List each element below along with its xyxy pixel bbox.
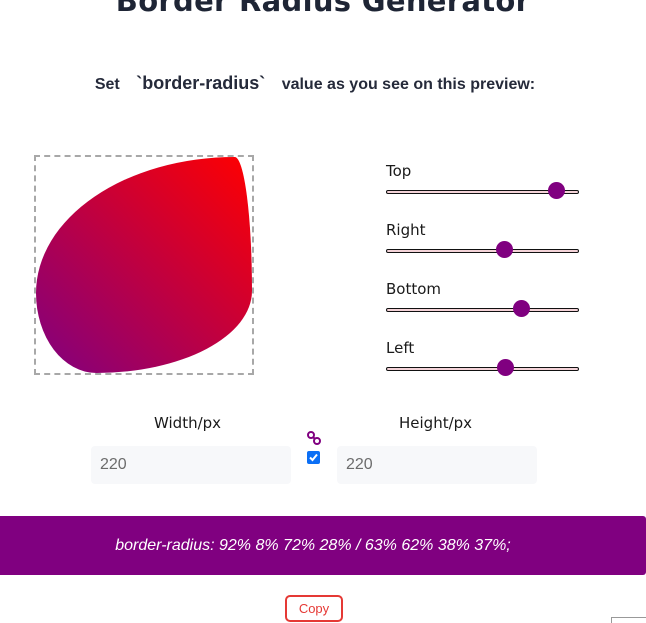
width-label: Width/px xyxy=(154,414,222,432)
height-input[interactable] xyxy=(337,446,537,484)
slider-track-bottom[interactable] xyxy=(386,308,579,312)
slider-track-left[interactable] xyxy=(386,367,579,371)
slider-label-left: Left xyxy=(386,339,415,357)
preview-shape xyxy=(36,157,252,373)
css-output-text: border-radius: 92% 8% 72% 28% / 63% 62% … xyxy=(115,537,511,554)
slider-top: Top xyxy=(386,162,579,199)
slider-label-right: Right xyxy=(386,221,426,239)
instruction-code: `border-radius` xyxy=(136,73,266,93)
link-icon xyxy=(307,431,321,445)
slider-right: Right xyxy=(386,221,579,258)
slider-thumb-bottom[interactable] xyxy=(513,300,530,317)
preview-frame xyxy=(34,155,254,375)
slider-thumb-left[interactable] xyxy=(497,359,515,376)
checkmark-icon xyxy=(309,453,318,462)
instruction-suffix: value as you see on this preview: xyxy=(281,76,536,93)
slider-thumb-top[interactable] xyxy=(548,182,565,199)
width-input[interactable] xyxy=(91,446,291,484)
slider-label-top: Top xyxy=(386,162,412,180)
instruction-prefix: Set xyxy=(94,76,120,93)
instruction-text: Set `border-radius` value as you see on … xyxy=(0,73,630,94)
slider-track-right[interactable] xyxy=(386,249,579,253)
slider-left: Left xyxy=(386,339,579,376)
css-output-bar: border-radius: 92% 8% 72% 28% / 63% 62% … xyxy=(0,516,646,575)
height-label: Height/px xyxy=(399,414,473,432)
slider-bottom: Bottom xyxy=(386,280,579,317)
link-dimensions-checkbox[interactable] xyxy=(307,451,320,464)
page-title: Border Radius Generator xyxy=(115,0,531,18)
slider-label-bottom: Bottom xyxy=(386,280,442,298)
corner-widget xyxy=(611,617,646,623)
copy-button[interactable]: Copy xyxy=(285,595,343,622)
slider-thumb-right[interactable] xyxy=(495,241,513,258)
